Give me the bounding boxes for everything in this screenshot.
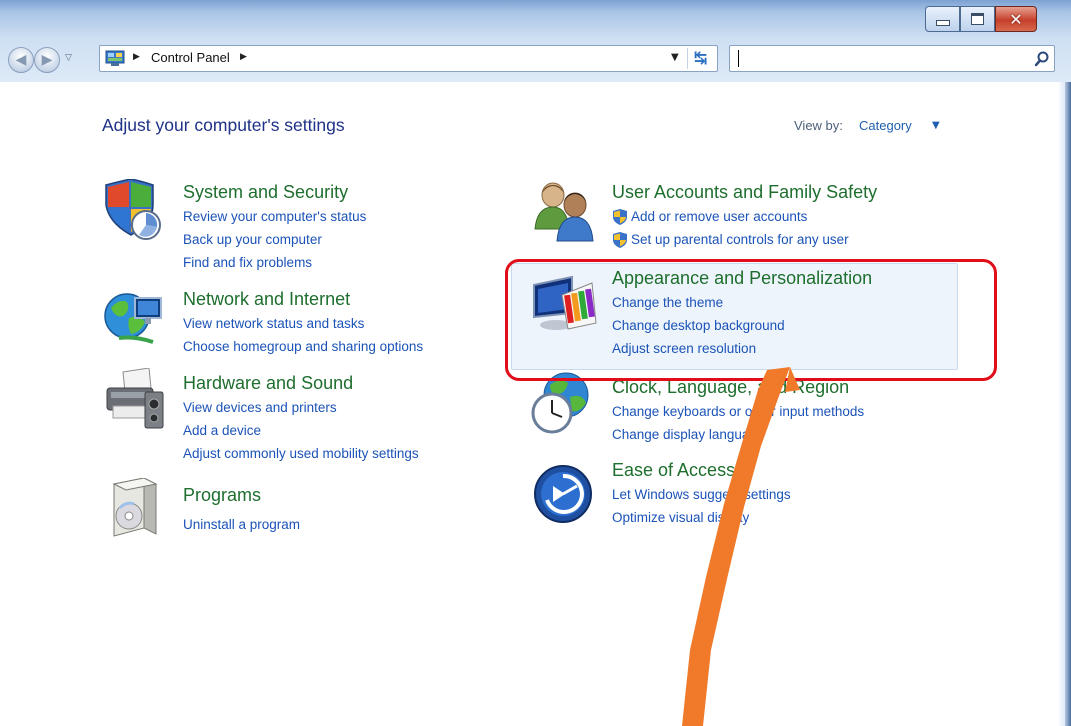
category-link[interactable]: Review your computer's status <box>183 209 366 224</box>
page-title: Adjust your computer's settings <box>102 115 345 135</box>
navigation-buttons: ◀ ▶ ▽ <box>8 45 98 75</box>
back-button[interactable]: ◀ <box>8 47 34 73</box>
close-icon: ✕ <box>1009 9 1023 29</box>
category-link[interactable]: Adjust commonly used mobility settings <box>183 446 419 461</box>
maximize-icon <box>971 13 984 25</box>
address-bar[interactable]: ▶ Control Panel ▶ ▼ ↹ <box>99 45 718 72</box>
printer-icon[interactable] <box>103 368 165 432</box>
category-link[interactable]: Set up parental controls for any user <box>631 232 849 247</box>
category-title[interactable]: Programs <box>183 485 261 506</box>
category-title[interactable]: Network and Internet <box>183 289 350 310</box>
minimize-button[interactable] <box>925 6 960 32</box>
category-link[interactable]: Uninstall a program <box>183 517 300 532</box>
control-panel-icon <box>105 50 125 66</box>
category-link[interactable]: Back up your computer <box>183 232 322 247</box>
text-cursor <box>738 50 739 67</box>
view-by-dropdown[interactable]: Category <box>859 118 912 133</box>
forward-button[interactable]: ▶ <box>34 47 60 73</box>
window-right-border <box>1058 82 1071 726</box>
category-link[interactable]: Add or remove user accounts <box>631 209 807 224</box>
category-link[interactable]: Add a device <box>183 423 261 438</box>
category-link[interactable]: Choose homegroup and sharing options <box>183 339 423 354</box>
search-input[interactable] <box>729 45 1055 72</box>
forward-arrow-icon: ▶ <box>41 52 53 68</box>
programs-box-icon[interactable] <box>104 478 160 540</box>
category-link[interactable]: View devices and printers <box>183 400 337 415</box>
uac-shield-icon <box>613 232 627 248</box>
recent-pages-dropdown-icon[interactable]: ▽ <box>65 53 72 63</box>
breadcrumb-control-panel[interactable]: Control Panel <box>151 50 230 65</box>
category-title[interactable]: Hardware and Sound <box>183 373 353 394</box>
address-divider <box>687 48 688 69</box>
back-arrow-icon: ◀ <box>15 52 27 68</box>
category-title[interactable]: Ease of Access <box>612 460 735 481</box>
address-dropdown-icon[interactable]: ▼ <box>671 52 679 63</box>
breadcrumb-separator-icon[interactable]: ▶ <box>240 52 247 62</box>
ease-of-access-icon[interactable] <box>533 464 593 524</box>
users-icon[interactable] <box>533 179 601 243</box>
breadcrumb-separator-icon[interactable]: ▶ <box>133 52 140 62</box>
category-link[interactable]: Change display language <box>612 427 764 442</box>
category-link[interactable]: Optimize visual display <box>612 510 749 525</box>
chevron-down-icon[interactable]: ▼ <box>932 120 940 131</box>
category-link[interactable]: Find and fix problems <box>183 255 312 270</box>
view-by-label: View by: <box>794 118 843 133</box>
shield-icon[interactable] <box>101 179 163 241</box>
uac-shield-icon <box>613 209 627 225</box>
maximize-button[interactable] <box>960 6 995 32</box>
content-pane: Adjust your computer's settings View by:… <box>0 82 1060 726</box>
category-link[interactable]: Let Windows suggest settings <box>612 487 791 502</box>
window-controls: ✕ <box>925 6 1037 34</box>
category-title[interactable]: User Accounts and Family Safety <box>612 182 877 203</box>
refresh-button[interactable]: ↹ <box>694 48 707 67</box>
network-globe-icon[interactable] <box>101 288 165 348</box>
category-link[interactable]: Change keyboards or other input methods <box>612 404 864 419</box>
minimize-icon <box>935 20 950 26</box>
close-button[interactable]: ✕ <box>995 6 1037 32</box>
category-link[interactable]: View network status and tasks <box>183 316 364 331</box>
annotation-highlight-rectangle <box>505 259 997 381</box>
title-bar: ✕ ◀ ▶ ▽ ▶ Control Panel ▶ ▼ ↹ <box>0 0 1071 82</box>
search-icon[interactable] <box>1033 50 1051 68</box>
category-title[interactable]: System and Security <box>183 182 348 203</box>
